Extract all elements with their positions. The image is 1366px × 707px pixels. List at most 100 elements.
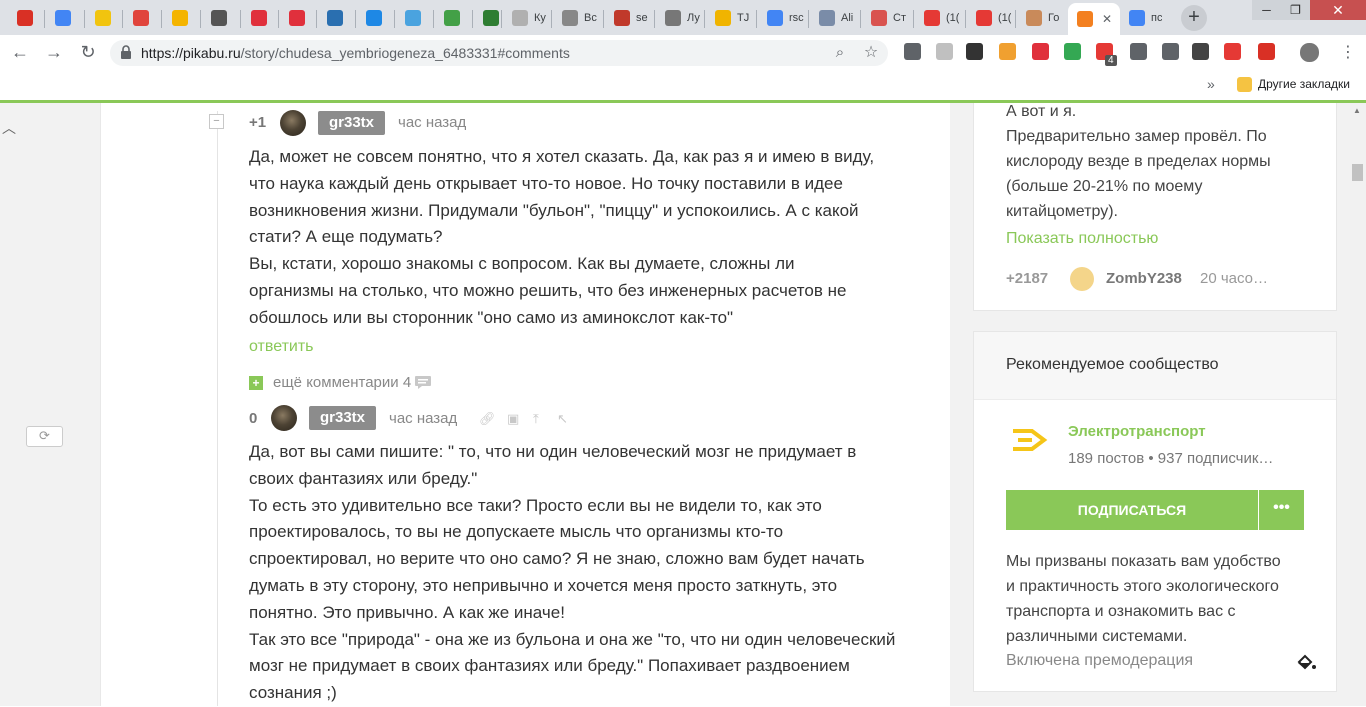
extension-icon[interactable] — [1162, 43, 1179, 60]
browser-tab[interactable] — [8, 4, 42, 32]
tab-favicon-icon — [405, 10, 421, 26]
browser-tab[interactable] — [86, 4, 120, 32]
extension-icon[interactable] — [1130, 43, 1147, 60]
browser-tab[interactable]: rsс — [758, 4, 808, 32]
comment-author[interactable]: gr33tx — [309, 406, 377, 430]
browser-tab[interactable] — [435, 4, 470, 32]
browser-tab[interactable] — [163, 4, 198, 32]
search-icon[interactable]: ⌕ — [828, 41, 852, 65]
browser-tab[interactable] — [280, 4, 314, 32]
community-stats: 189 постов • 937 подписчик… — [1068, 450, 1274, 467]
tab-favicon-icon — [924, 10, 940, 26]
page-scrollbar[interactable] — [1350, 103, 1366, 706]
show-all-link[interactable]: Показать полностью — [1006, 230, 1158, 248]
reload-button[interactable]: ↻ — [76, 40, 100, 64]
community-name[interactable]: Электротранспорт — [1068, 423, 1206, 440]
comment-time[interactable]: час назад — [389, 410, 457, 427]
browser-tab[interactable]: Лу — [656, 4, 704, 32]
extension-icon[interactable] — [1064, 43, 1081, 60]
tab-separator — [501, 10, 502, 28]
collapse-thread-button[interactable]: − — [209, 114, 224, 129]
sidebar-comment-text: А вот и я. Предварительно замер провёл. … — [1006, 99, 1306, 224]
more-comments-link[interactable]: + ещё комментарии 4 — [249, 374, 432, 391]
window-close-button[interactable]: ✕ — [1310, 0, 1366, 20]
bookmarks-more-button[interactable]: » — [1207, 75, 1215, 93]
description-line: транспорта и ознакомить вас с — [1006, 603, 1236, 620]
more-options-button[interactable]: ••• — [1259, 490, 1304, 530]
extension-icon[interactable] — [1300, 43, 1319, 62]
browser-tab[interactable]: (1( — [915, 4, 965, 32]
new-tab-button[interactable]: + — [1181, 5, 1207, 31]
back-button[interactable]: ← — [8, 40, 32, 64]
avatar[interactable] — [280, 110, 306, 136]
browser-tab[interactable] — [242, 4, 276, 32]
browser-tab[interactable]: (1( — [967, 4, 1015, 32]
browser-tab[interactable] — [202, 4, 238, 32]
sidebar-comment-time[interactable]: 20 часо… — [1200, 270, 1268, 287]
maximize-button[interactable]: ❐ — [1281, 0, 1310, 20]
comment-line: обошлось или вы сторонник "оно само из а… — [249, 307, 734, 327]
extension-icon[interactable] — [1258, 43, 1275, 60]
extension-icon[interactable] — [1032, 43, 1049, 60]
browser-tab[interactable] — [318, 4, 353, 32]
browser-tab[interactable] — [46, 4, 82, 32]
tab-favicon-icon — [133, 10, 149, 26]
community-logo-icon[interactable] — [1010, 425, 1052, 455]
extension-icon[interactable] — [936, 43, 953, 60]
close-tab-icon[interactable]: ✕ — [1102, 12, 1112, 26]
reply-link[interactable]: ответить — [249, 338, 314, 356]
browser-tab[interactable]: Вс — [553, 4, 603, 32]
avatar[interactable] — [1070, 267, 1094, 291]
comment-line: проектировалось, то вы не допускаете мыс… — [249, 522, 784, 542]
browser-tab[interactable] — [357, 4, 392, 32]
extension-icon[interactable] — [999, 43, 1016, 60]
browser-tab[interactable] — [124, 4, 159, 32]
comment-line: сознания ;) — [249, 683, 337, 703]
forward-button[interactable]: → — [42, 40, 66, 64]
go-to-parent-icon[interactable]: ⤒ — [533, 411, 539, 427]
browser-tab[interactable]: пс — [1120, 4, 1177, 32]
tab-title: (1( — [998, 12, 1012, 24]
browser-tab[interactable] — [396, 4, 431, 32]
other-bookmarks[interactable]: Другие закладки — [1237, 75, 1350, 93]
tab-favicon-icon — [366, 10, 382, 26]
refresh-comments-button[interactable]: ⟳ — [26, 426, 63, 447]
avatar[interactable] — [271, 405, 297, 431]
extension-icon[interactable] — [904, 43, 921, 60]
browser-tab[interactable]: Ст — [862, 4, 913, 32]
extension-icon[interactable] — [1192, 43, 1209, 60]
save-icon[interactable]: ▣ — [507, 411, 519, 427]
scrollbar-up-arrow-icon[interactable]: ▲ — [1353, 106, 1361, 115]
url-text[interactable]: https://pikabu.ru/story/chudesa_yembriog… — [141, 45, 570, 61]
link-icon[interactable]: 🔗︎ — [479, 411, 496, 427]
browser-tab[interactable]: Го — [1017, 4, 1066, 32]
tab-separator — [704, 10, 705, 28]
extension-icon[interactable] — [966, 43, 983, 60]
comment-author[interactable]: gr33tx — [318, 111, 386, 135]
browser-tab[interactable]: Ali — [810, 4, 860, 32]
paint-bucket-icon[interactable] — [1296, 654, 1316, 672]
left-gutter — [0, 103, 100, 706]
browser-chrome: Ку Вс se Лу TJ rsс Ali Ст (1((1(Го ✕ пс ─ ❐ ✕ + ← … — [0, 0, 1366, 163]
comment-line: что наука каждый день открывает что-то н… — [249, 173, 843, 193]
comment-time[interactable]: час назад — [398, 114, 466, 131]
extension-icon[interactable] — [1224, 43, 1241, 60]
thread-line[interactable] — [217, 111, 218, 706]
browser-menu-icon[interactable]: ⋮ — [1340, 42, 1356, 62]
browser-tab[interactable]: Ку — [503, 4, 551, 32]
browser-tab[interactable]: ✕ — [1068, 3, 1120, 35]
browser-tab[interactable] — [474, 4, 500, 32]
tab-separator — [200, 10, 201, 28]
sidebar-comment-author[interactable]: ZombY238 — [1106, 270, 1182, 287]
subscribe-button[interactable]: ПОДПИСАТЬСЯ — [1006, 490, 1258, 530]
bookmark-star-icon[interactable]: ☆ — [859, 41, 883, 65]
browser-tab[interactable]: TJ — [706, 4, 756, 32]
scroll-up-arrow-icon[interactable]: ︿ — [2, 118, 16, 138]
tab-favicon-icon — [819, 10, 835, 26]
tab-separator — [808, 10, 809, 28]
description-line: различными системами. — [1006, 628, 1188, 645]
scrollbar-thumb[interactable] — [1352, 164, 1363, 181]
minimize-button[interactable]: ─ — [1252, 0, 1281, 20]
browser-tab[interactable]: se — [605, 4, 654, 32]
tab-title: Вс — [584, 12, 597, 24]
